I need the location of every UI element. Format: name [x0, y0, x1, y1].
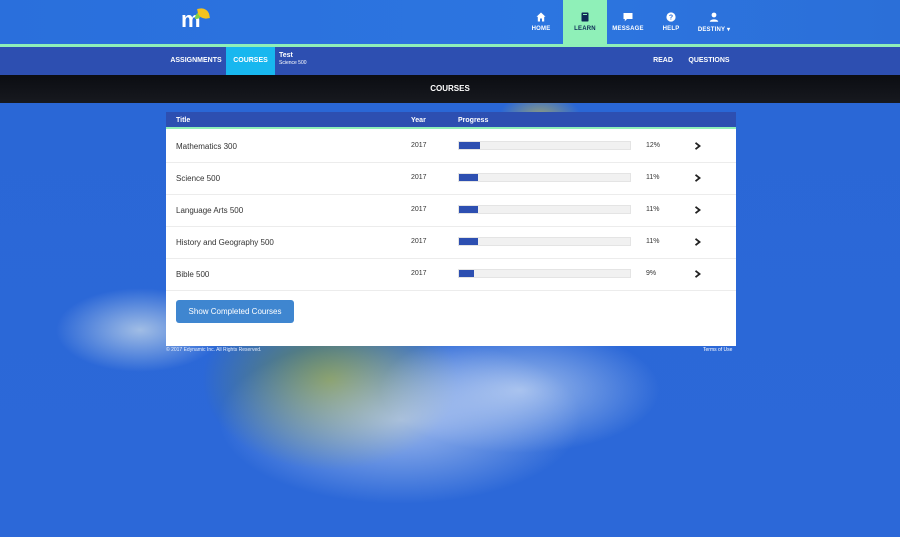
context-subtitle: Science 500 — [279, 60, 307, 66]
progress-percent: 11% — [646, 206, 660, 213]
progress-fill — [459, 206, 478, 213]
table-row[interactable]: Language Arts 500 2017 11% — [166, 195, 736, 227]
course-year: 2017 — [411, 238, 427, 245]
copyright-text: © 2017 Edynamic Inc. All Rights Reserved… — [166, 347, 262, 353]
show-completed-courses-button[interactable]: Show Completed Courses — [176, 300, 294, 323]
nav-learn-label: LEARN — [574, 26, 596, 32]
terms-of-use-link[interactable]: Terms of Use — [703, 347, 732, 353]
courses-panel: Title Year Progress Mathematics 300 2017… — [166, 112, 736, 346]
course-year: 2017 — [411, 174, 427, 181]
progress-fill — [459, 142, 480, 149]
secondary-navigation-bar: ASSIGNMENTS COURSES Test Science 500 REA… — [0, 47, 900, 75]
top-navigation-bar: m HOME LEARN MESSAGE ? HELP DESTINY ▾ — [0, 0, 900, 44]
svg-text:?: ? — [669, 15, 673, 22]
progress-percent: 12% — [646, 142, 661, 149]
home-icon — [536, 12, 546, 22]
current-course-context[interactable]: Test Science 500 — [279, 52, 307, 66]
context-title: Test — [279, 52, 293, 59]
nav-message-label: MESSAGE — [612, 26, 644, 32]
nav-user-label: DESTINY ▾ — [697, 27, 731, 33]
course-title[interactable]: Bible 500 — [176, 270, 209, 279]
book-icon — [581, 12, 589, 22]
table-header: Title Year Progress — [166, 112, 736, 129]
nav-help-label: HELP — [662, 26, 680, 32]
progress-percent: 9% — [646, 270, 657, 277]
logo[interactable]: m — [181, 7, 211, 33]
course-year: 2017 — [411, 142, 427, 149]
tab-questions[interactable]: QUESTIONS — [688, 47, 730, 75]
course-title[interactable]: Science 500 — [176, 174, 220, 183]
help-icon: ? — [666, 12, 676, 22]
progress-percent: 11% — [646, 238, 660, 245]
table-row[interactable]: Science 500 2017 11% — [166, 163, 736, 195]
progress-fill — [459, 174, 478, 181]
progress-bar — [458, 173, 631, 182]
chevron-right-icon[interactable] — [694, 174, 701, 182]
nav-home[interactable]: HOME — [519, 0, 563, 44]
course-title[interactable]: Language Arts 500 — [176, 206, 243, 215]
progress-bar — [458, 237, 631, 246]
chevron-right-icon[interactable] — [694, 238, 701, 246]
header-progress: Progress — [458, 117, 489, 124]
course-title[interactable]: History and Geography 500 — [176, 238, 274, 247]
progress-bar — [458, 205, 631, 214]
chevron-right-icon[interactable] — [694, 206, 701, 214]
message-icon — [623, 13, 633, 22]
nav-message[interactable]: MESSAGE — [606, 0, 650, 44]
chevron-right-icon[interactable] — [694, 270, 701, 278]
chevron-right-icon[interactable] — [694, 142, 701, 150]
user-icon — [709, 12, 719, 22]
nav-home-label: HOME — [531, 26, 551, 32]
progress-bar — [458, 269, 631, 278]
table-row[interactable]: History and Geography 500 2017 11% — [166, 227, 736, 259]
progress-percent: 11% — [646, 174, 660, 181]
header-year: Year — [411, 117, 426, 124]
tab-read[interactable]: READ — [648, 47, 678, 75]
header-title: Title — [176, 117, 191, 124]
table-row[interactable]: Bible 500 2017 9% — [166, 259, 736, 291]
tab-courses[interactable]: COURSES — [226, 47, 275, 75]
nav-help[interactable]: ? HELP — [649, 0, 693, 44]
nav-learn[interactable]: LEARN — [563, 0, 607, 44]
progress-fill — [459, 270, 475, 277]
page-title: COURSES — [0, 75, 900, 103]
progress-fill — [459, 238, 478, 245]
progress-bar — [458, 141, 631, 150]
course-title[interactable]: Mathematics 300 — [176, 142, 237, 151]
table-row[interactable]: Mathematics 300 2017 12% — [166, 131, 736, 163]
course-year: 2017 — [411, 270, 427, 277]
course-year: 2017 — [411, 206, 427, 213]
nav-user-menu[interactable]: DESTINY ▾ — [692, 0, 736, 44]
tab-assignments[interactable]: ASSIGNMENTS — [166, 47, 226, 75]
